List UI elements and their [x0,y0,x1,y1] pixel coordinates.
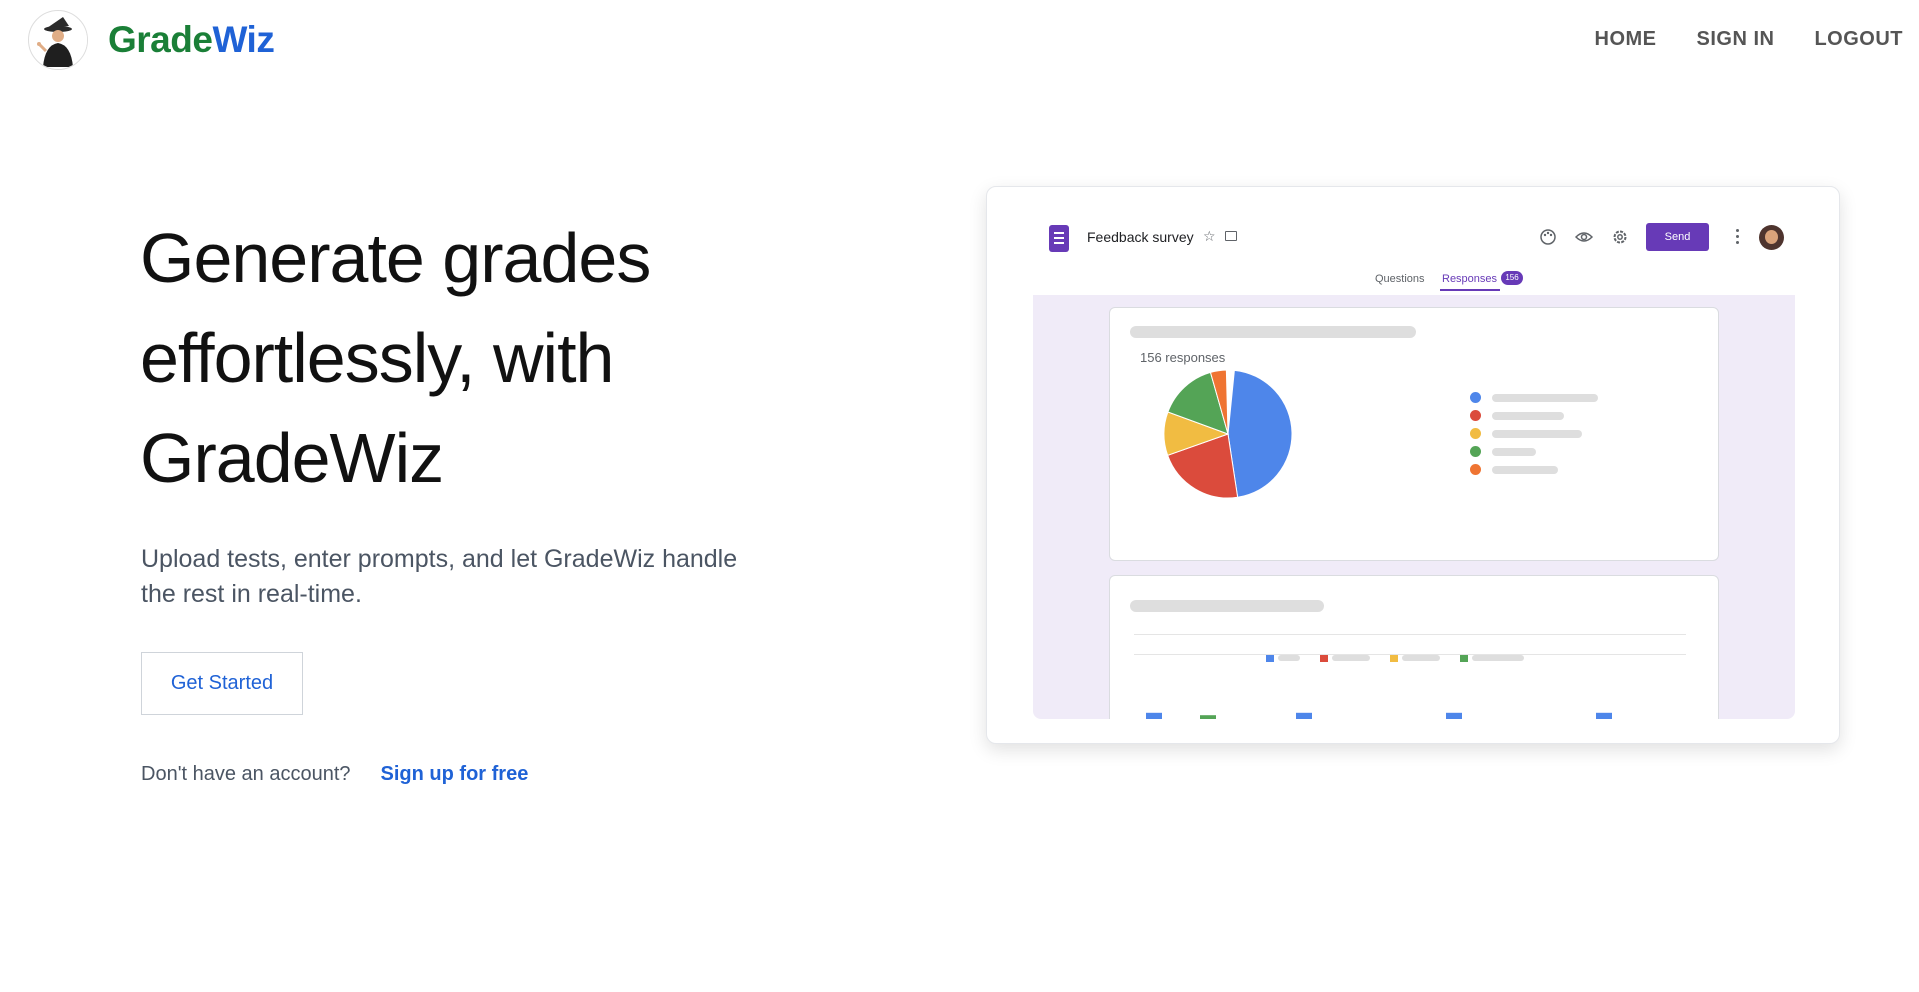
palette-icon[interactable] [1539,228,1557,246]
title-placeholder [1130,600,1324,612]
legend-item [1470,446,1536,457]
legend-item [1266,654,1300,662]
signup-row: Don't have an account? Sign up for free [141,763,528,786]
pie-summary-panel: 156 responses [1109,307,1719,561]
forms-toolbar: Feedback survey ☆ Send [987,187,1839,257]
bar [1200,715,1216,719]
active-tab-indicator [1440,289,1500,291]
product-preview: Feedback survey ☆ Send Questions Respons… [986,186,1840,744]
star-icon[interactable]: ☆ [1203,228,1216,245]
legend-item [1470,410,1564,421]
legend-dot [1470,428,1481,439]
tab-questions[interactable]: Questions [1375,273,1425,285]
nav-logout[interactable]: LOGOUT [1814,28,1903,51]
brand-part-grade: Grade [108,19,213,60]
legend-placeholder [1492,429,1582,438]
tab-responses[interactable]: Responses [1442,273,1497,285]
bar-chart [1146,712,1612,719]
legend-item [1390,654,1440,662]
legend-item [1470,392,1598,403]
legend-placeholder [1492,393,1598,402]
legend-item [1470,428,1582,439]
pie-chart [1163,369,1293,499]
forms-tabs: Questions Responses 156 [987,271,1839,293]
legend-dot [1470,392,1481,403]
legend-item [1470,464,1558,475]
bar [1296,712,1312,719]
eye-icon[interactable] [1575,228,1593,246]
responses-count-text: 156 responses [1140,350,1226,365]
responses-area: 156 responses [1033,295,1795,719]
title-placeholder [1130,326,1416,338]
legend-placeholder [1492,411,1564,420]
divider [1134,634,1686,635]
legend-placeholder [1492,465,1558,474]
hero-title-line-2: effortlessly, with [140,319,614,397]
signup-link[interactable]: Sign up for free [381,763,529,786]
bar-legend [1266,654,1524,662]
legend-dot [1470,464,1481,475]
hero-title-line-1: Generate grades [140,219,651,297]
forms-doc-icon [1049,225,1069,252]
send-button[interactable]: Send [1646,223,1709,251]
hero-subtitle: Upload tests, enter prompts, and let Gra… [141,545,738,608]
bar-summary-panel [1109,575,1719,719]
user-avatar[interactable] [1759,225,1784,250]
legend-dot [1470,410,1481,421]
brand-part-wiz: Wiz [212,19,275,60]
responses-count-badge: 156 [1501,271,1523,285]
nav-sign-in[interactable]: SIGN IN [1697,28,1775,51]
legend-item [1320,654,1370,662]
bar [1446,712,1462,719]
folder-icon[interactable] [1225,231,1237,241]
wizard-avatar-icon [28,10,88,70]
pie-slice [1227,369,1293,498]
kebab-menu-icon[interactable] [1736,229,1740,245]
signup-question: Don't have an account? [141,763,351,785]
main-nav: HOME SIGN IN LOGOUT [1595,28,1904,51]
legend-dot [1470,446,1481,457]
gear-icon[interactable] [1611,228,1629,246]
legend-item [1460,654,1524,662]
bar [1596,712,1612,719]
divider [1134,654,1686,655]
get-started-button[interactable]: Get Started [141,652,303,715]
site-header: GradeWiz HOME SIGN IN LOGOUT [0,0,1919,82]
hero-title: Generate grades effortlessly, with Grade… [140,208,760,508]
legend-placeholder [1492,447,1536,456]
hero-title-line-3: GradeWiz [140,419,444,497]
brand-name: GradeWiz [108,19,275,61]
logo[interactable]: GradeWiz [28,10,275,70]
bar [1146,712,1162,719]
doc-title: Feedback survey [1087,229,1194,245]
nav-home[interactable]: HOME [1595,28,1657,51]
